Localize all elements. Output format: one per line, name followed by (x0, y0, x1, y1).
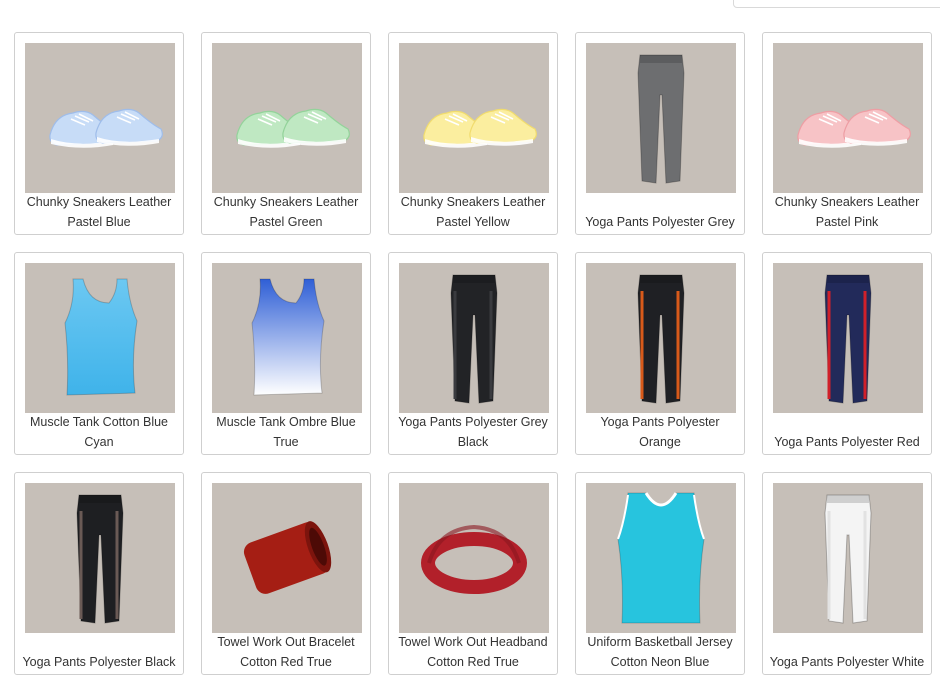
product-name[interactable]: Yoga Pants Polyester Red (766, 413, 928, 454)
product-image[interactable] (212, 483, 362, 633)
product-name[interactable]: Chunky Sneakers Leather Pastel Pink (766, 193, 928, 234)
sneakers-icon (212, 43, 362, 193)
product-image[interactable] (25, 263, 175, 413)
product-name[interactable]: Yoga Pants Polyester White (766, 633, 928, 674)
product-name[interactable]: Chunky Sneakers Leather Pastel Yellow (392, 193, 554, 234)
product-name[interactable]: Uniform Basketball Jersey Cotton Neon Bl… (579, 633, 741, 674)
product-image[interactable] (212, 263, 362, 413)
product-name[interactable]: Muscle Tank Ombre Blue True (205, 413, 367, 454)
product-image[interactable] (25, 43, 175, 193)
product-image[interactable] (399, 483, 549, 633)
sneakers-icon (399, 43, 549, 193)
product-image[interactable] (399, 43, 549, 193)
product-name[interactable]: Muscle Tank Cotton Blue Cyan (18, 413, 180, 454)
search-box[interactable] (733, 0, 940, 8)
product-image[interactable] (212, 43, 362, 193)
product-card[interactable]: Chunky Sneakers Leather Pastel Blue (14, 32, 184, 235)
sneakers-icon (25, 43, 175, 193)
product-card[interactable]: Uniform Basketball Jersey Cotton Neon Bl… (575, 472, 745, 675)
sneakers-icon (773, 43, 923, 193)
pants-icon (25, 483, 175, 633)
product-image[interactable] (586, 263, 736, 413)
product-image[interactable] (399, 263, 549, 413)
pants-icon (773, 263, 923, 413)
product-name[interactable]: Chunky Sneakers Leather Pastel Green (205, 193, 367, 234)
product-card[interactable]: Chunky Sneakers Leather Pastel Green (201, 32, 371, 235)
product-card[interactable]: Yoga Pants Polyester Orange (575, 252, 745, 455)
product-card[interactable]: Muscle Tank Cotton Blue Cyan (14, 252, 184, 455)
product-image[interactable] (773, 483, 923, 633)
product-name[interactable]: Towel Work Out Headband Cotton Red True (392, 633, 554, 674)
jersey-icon (586, 483, 736, 633)
pants-icon (586, 43, 736, 193)
pants-icon (773, 483, 923, 633)
product-name[interactable]: Towel Work Out Bracelet Cotton Red True (205, 633, 367, 674)
product-card[interactable]: Yoga Pants Polyester Red (762, 252, 932, 455)
tank-top-icon (25, 263, 175, 413)
wristband-icon (212, 483, 362, 633)
product-card[interactable]: Yoga Pants Polyester Grey (575, 32, 745, 235)
product-card[interactable]: Muscle Tank Ombre Blue True (201, 252, 371, 455)
product-card[interactable]: Yoga Pants Polyester Grey Black (388, 252, 558, 455)
product-name[interactable]: Yoga Pants Polyester Orange (579, 413, 741, 454)
product-image[interactable] (586, 43, 736, 193)
pants-icon (399, 263, 549, 413)
product-name[interactable]: Yoga Pants Polyester Grey Black (392, 413, 554, 454)
product-card[interactable]: Chunky Sneakers Leather Pastel Pink (762, 32, 932, 235)
product-card[interactable]: Towel Work Out Bracelet Cotton Red True (201, 472, 371, 675)
product-name[interactable]: Chunky Sneakers Leather Pastel Blue (18, 193, 180, 234)
product-image[interactable] (586, 483, 736, 633)
product-card[interactable]: Yoga Pants Polyester White (762, 472, 932, 675)
product-card[interactable]: Chunky Sneakers Leather Pastel Yellow (388, 32, 558, 235)
pants-icon (586, 263, 736, 413)
product-card[interactable]: Yoga Pants Polyester Black (14, 472, 184, 675)
product-name[interactable]: Yoga Pants Polyester Black (18, 633, 180, 674)
product-image[interactable] (773, 43, 923, 193)
product-image[interactable] (773, 263, 923, 413)
product-name[interactable]: Yoga Pants Polyester Grey (579, 193, 741, 234)
tank-top-icon (212, 263, 362, 413)
headband-icon (399, 483, 549, 633)
product-card[interactable]: Towel Work Out Headband Cotton Red True (388, 472, 558, 675)
product-image[interactable] (25, 483, 175, 633)
